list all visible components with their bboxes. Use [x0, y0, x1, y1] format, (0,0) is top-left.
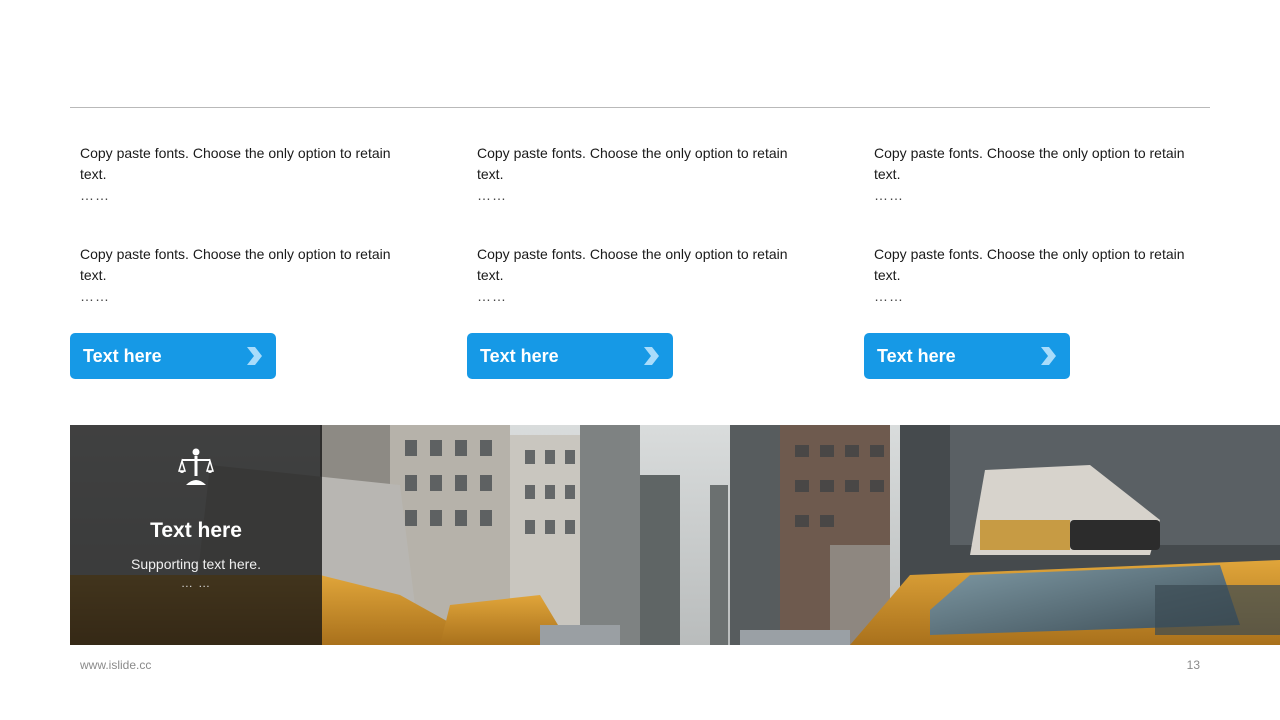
paragraph-ellipsis: …… [477, 187, 507, 203]
paragraph-text: Copy paste fonts. Choose the only option… [477, 246, 788, 283]
paragraph-text: Copy paste fonts. Choose the only option… [874, 145, 1185, 182]
button-label: Text here [480, 346, 559, 366]
paragraph-ellipsis: …… [874, 288, 904, 304]
text-column-1: Copy paste fonts. Choose the only option… [80, 143, 420, 345]
button-label: Text here [83, 346, 162, 366]
button-label: Text here [877, 346, 956, 366]
page-number: 13 [1186, 658, 1200, 672]
paragraph: Copy paste fonts. Choose the only option… [874, 143, 1214, 244]
city-photo-banner: Text here Supporting text here. … … [70, 425, 1280, 645]
paragraph-ellipsis: …… [80, 187, 110, 203]
text-here-button-2[interactable]: Text here [467, 333, 673, 379]
banner-subtitle: Supporting text here. [131, 556, 261, 572]
chevron-right-icon [1041, 347, 1056, 365]
text-here-button-1[interactable]: Text here [70, 333, 276, 379]
paragraph-text: Copy paste fonts. Choose the only option… [80, 145, 391, 182]
footer-url: www.islide.cc [80, 658, 152, 672]
paragraph: Copy paste fonts. Choose the only option… [477, 143, 817, 244]
text-here-button-3[interactable]: Text here [864, 333, 1070, 379]
paragraph-text: Copy paste fonts. Choose the only option… [80, 246, 391, 283]
paragraph-ellipsis: …… [477, 288, 507, 304]
header-divider [70, 107, 1210, 108]
chevron-right-icon [644, 347, 659, 365]
paragraph-text: Copy paste fonts. Choose the only option… [477, 145, 788, 182]
justice-scales-icon [178, 448, 214, 485]
banner-title: Text here [150, 519, 242, 542]
paragraph-text: Copy paste fonts. Choose the only option… [874, 246, 1185, 283]
paragraph: Copy paste fonts. Choose the only option… [477, 244, 817, 345]
paragraph: Copy paste fonts. Choose the only option… [80, 244, 420, 345]
paragraph: Copy paste fonts. Choose the only option… [874, 244, 1214, 345]
paragraph: Copy paste fonts. Choose the only option… [80, 143, 420, 244]
banner-overlay: Text here Supporting text here. … … [70, 425, 322, 645]
chevron-right-icon [247, 347, 262, 365]
banner-ellipsis: … … [180, 576, 212, 590]
text-column-2: Copy paste fonts. Choose the only option… [477, 143, 817, 345]
paragraph-ellipsis: …… [80, 288, 110, 304]
text-column-3: Copy paste fonts. Choose the only option… [874, 143, 1214, 345]
paragraph-ellipsis: …… [874, 187, 904, 203]
